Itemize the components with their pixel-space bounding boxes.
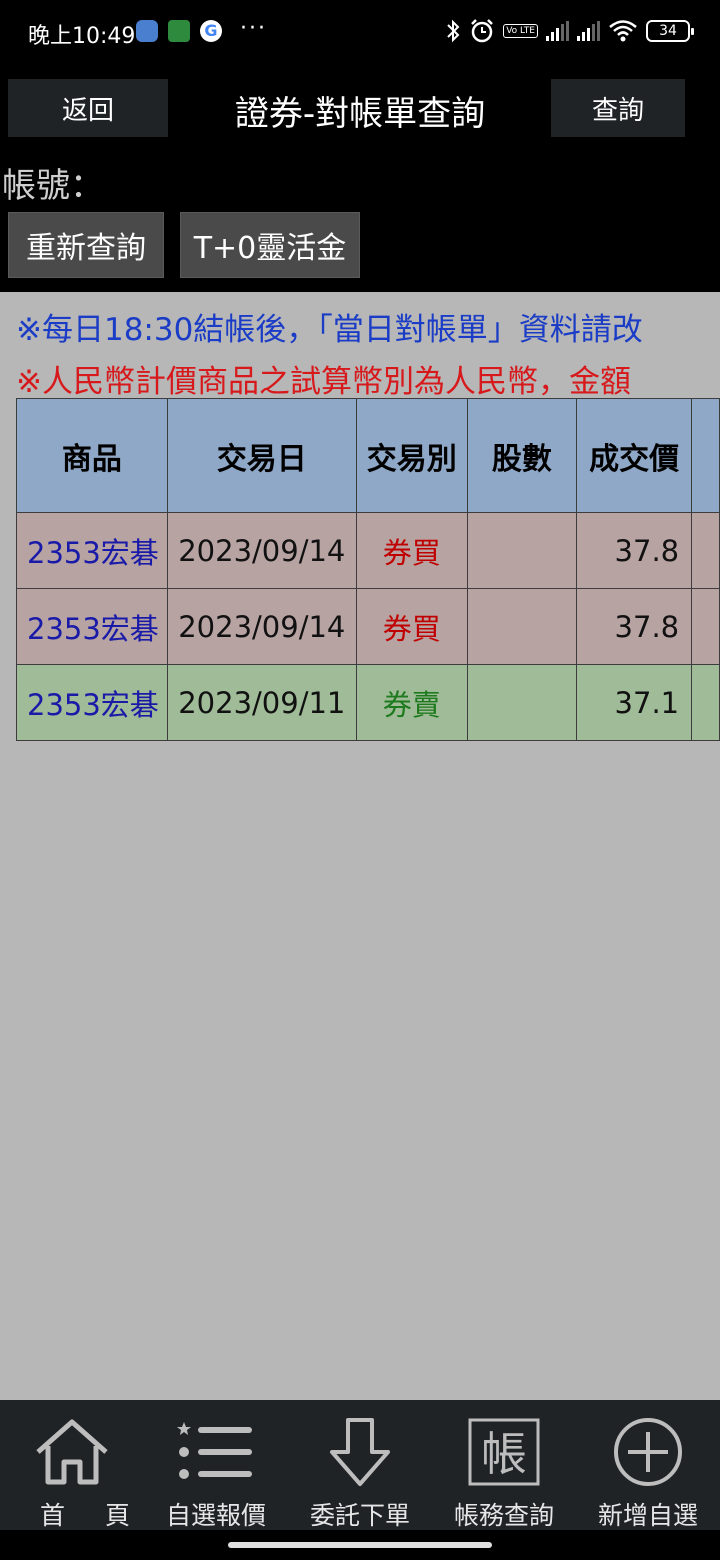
nav-home-label: 首頁	[40, 1501, 171, 1530]
back-button[interactable]: 返回	[8, 79, 168, 137]
watchlist-icon	[177, 1422, 252, 1479]
requery-button[interactable]: 重新查詢	[8, 212, 164, 278]
nav-watchlist-label: 自選報價	[165, 1501, 266, 1530]
more-notifications-icon: ···	[240, 16, 267, 41]
statement-table: 商品 交易日 交易別 股數 成交價 2353宏碁 2023/09/14 券買 3…	[16, 398, 720, 741]
add-circle-icon	[614, 1418, 682, 1486]
trade-type-cell: 券買	[355, 512, 468, 589]
home-gesture-bar[interactable]	[228, 1542, 492, 1548]
product-cell[interactable]: 2353宏碁	[16, 588, 168, 665]
app-header: 返回 證券-對帳單查詢 查詢 帳號： 重新查詢 T+0靈活金	[0, 64, 720, 292]
table-row[interactable]: 2353宏碁 2023/09/14 券買 37.8	[16, 512, 720, 589]
overflow-cell	[691, 588, 720, 665]
page-title: 證券-對帳單查詢	[234, 94, 486, 134]
trade-date-cell: 2023/09/14	[166, 588, 357, 665]
shield-icon	[168, 20, 190, 42]
battery-icon: 34	[646, 20, 694, 42]
nav-home[interactable]: 首頁	[0, 1400, 144, 1530]
table-row[interactable]: 2353宏碁 2023/09/11 券賣 37.1	[16, 664, 720, 741]
statement-content[interactable]: ※每日18:30結帳後，「當日對帳單」資料請改 ※人民幣計價商品之試算幣別為人民…	[0, 292, 720, 1400]
overflow-cell	[691, 664, 720, 741]
nav-place-order[interactable]: 委託下單	[288, 1400, 432, 1530]
trade-type-cell: 券買	[355, 588, 468, 665]
home-icon	[36, 1419, 108, 1485]
price-cell: 37.8	[576, 512, 693, 589]
column-header-overflow	[691, 398, 720, 513]
trade-type-cell: 券賣	[355, 664, 468, 741]
bluetooth-icon	[447, 19, 460, 43]
column-header-product: 商品	[16, 398, 168, 513]
account-query-icon-glyph: 帳	[481, 1427, 527, 1481]
table-header-row: 商品 交易日 交易別 股數 成交價	[16, 398, 720, 513]
nav-add-watchlist-label: 新增自選	[597, 1501, 698, 1530]
shares-cell	[466, 588, 578, 665]
nav-place-order-label: 委託下單	[309, 1501, 410, 1530]
nav-watchlist[interactable]: 自選報價	[144, 1400, 288, 1530]
google-icon: G	[200, 20, 222, 42]
trade-date-cell: 2023/09/11	[166, 664, 357, 741]
order-arrow-icon	[330, 1418, 390, 1486]
table-row[interactable]: 2353宏碁 2023/09/14 券買 37.8	[16, 588, 720, 665]
t0-flex-fund-button[interactable]: T+0靈活金	[180, 212, 360, 278]
trade-date-cell: 2023/09/14	[166, 512, 357, 589]
wifi-icon	[609, 20, 637, 42]
column-header-trade-date: 交易日	[166, 398, 357, 513]
product-cell[interactable]: 2353宏碁	[16, 512, 168, 589]
account-label: 帳號：	[2, 166, 104, 206]
nav-account-query-label: 帳務查詢	[453, 1501, 554, 1530]
message-icon	[136, 20, 158, 42]
signal-strength-icon	[546, 21, 569, 41]
product-cell[interactable]: 2353宏碁	[16, 664, 168, 741]
bottom-nav: 首頁 自選報價 委託下單 帳 帳務查詢 新增自選	[0, 1400, 720, 1530]
clock: 晚上10:49	[28, 24, 136, 49]
column-header-price: 成交價	[576, 398, 693, 513]
price-cell: 37.8	[576, 588, 693, 665]
gesture-area	[0, 1530, 720, 1560]
shares-cell	[466, 664, 578, 741]
signal-strength-2-icon	[577, 21, 600, 41]
status-bar: 晚上10:49 G ··· Vo LTE 34	[0, 0, 720, 64]
volte-icon: Vo LTE	[503, 24, 538, 38]
query-button[interactable]: 查詢	[551, 79, 685, 137]
price-cell: 37.1	[576, 664, 693, 741]
nav-add-watchlist[interactable]: 新增自選	[576, 1400, 720, 1530]
shares-cell	[466, 512, 578, 589]
account-query-icon: 帳	[468, 1418, 540, 1486]
column-header-shares: 股數	[466, 398, 578, 513]
overflow-cell	[691, 512, 720, 589]
nav-account-query[interactable]: 帳 帳務查詢	[432, 1400, 576, 1530]
settlement-notice: ※每日18:30結帳後，「當日對帳單」資料請改	[16, 312, 643, 348]
rmb-notice: ※人民幣計價商品之試算幣別為人民幣，金額	[16, 364, 631, 400]
column-header-trade-type: 交易別	[355, 398, 468, 513]
alarm-icon	[471, 19, 494, 43]
